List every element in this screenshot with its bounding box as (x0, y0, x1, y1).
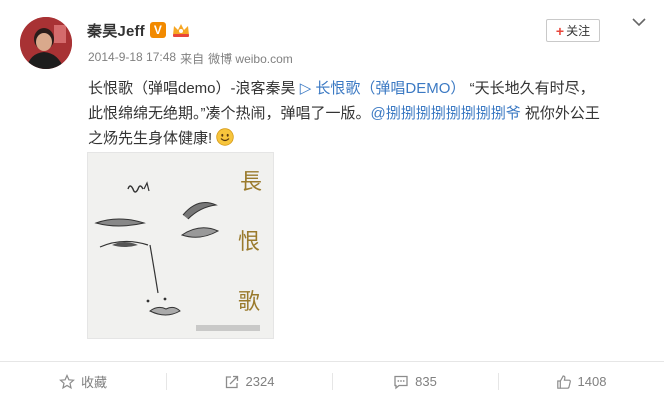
user-name[interactable]: 秦昊Jeff (87, 20, 145, 41)
play-icon: ▷ (299, 80, 312, 97)
user-name-row: 秦昊Jeff V (87, 20, 191, 40)
video-link[interactable]: ▷ 长恨歌（弹唱DEMO） (300, 80, 470, 97)
repost-icon (225, 375, 238, 388)
action-bar: 收藏 2324 835 1408 (0, 362, 664, 401)
follow-label: 关注 (566, 24, 591, 38)
follow-button[interactable]: + 关注 (546, 19, 600, 42)
mention-link[interactable]: @捌捌捌捌捌捌捌捌爷 (371, 105, 521, 122)
post-time[interactable]: 2014-9-18 17:48 (88, 50, 176, 67)
post-text-segment: 之炀先生身体健康! (88, 130, 213, 147)
post-text-segment: “天长地久有时尽， (469, 80, 595, 97)
verified-badge-icon[interactable]: V (149, 22, 166, 38)
post-text: 长恨歌（弹唱demo）-浪客秦昊 ▷ 长恨歌（弹唱DEMO） “天长地久有时尽，… (88, 76, 648, 151)
calligraphy-char: 恨 (238, 230, 260, 255)
calligraphy-char: 歌 (238, 290, 260, 315)
comment-icon (394, 375, 408, 389)
source-prefix: 来自 (180, 52, 205, 66)
smile-emoji-icon (216, 128, 234, 146)
repost-button[interactable]: 2324 (166, 362, 332, 401)
star-icon (59, 373, 75, 389)
thumbs-up-icon (556, 374, 571, 389)
post-source[interactable]: 微博 weibo.com (208, 50, 293, 67)
comment-count: 835 (415, 374, 437, 389)
comment-button[interactable]: 835 (332, 362, 498, 401)
post-text-segment: 此恨绵绵无绝期。”凑个热闹，弹唱了一版。 (88, 105, 371, 122)
plus-icon: + (555, 22, 565, 39)
video-link-label: 长恨歌（弹唱DEMO） (315, 80, 466, 97)
favorite-label: 收藏 (80, 375, 107, 390)
user-avatar[interactable] (20, 17, 72, 69)
like-button[interactable]: 1408 (498, 362, 664, 401)
favorite-button[interactable]: 收藏 (0, 362, 166, 401)
weibo-post-card: 秦昊Jeff V 2014-9-18 17:48 来自 微博 weibo.com… (0, 0, 664, 401)
like-count: 1408 (577, 374, 607, 389)
member-crown-icon[interactable] (171, 22, 191, 38)
repost-count: 2324 (245, 374, 275, 389)
post-image[interactable]: 長 恨 歌 (87, 152, 274, 339)
post-text-segment: 长恨歌（弹唱demo）-浪客秦昊 (88, 80, 296, 97)
post-meta: 2014-9-18 17:48 来自 微博 weibo.com (88, 50, 293, 67)
chevron-down-icon[interactable] (630, 15, 648, 29)
post-text-segment: 祝你外公王 (520, 105, 600, 122)
calligraphy-char: 長 (240, 170, 262, 195)
